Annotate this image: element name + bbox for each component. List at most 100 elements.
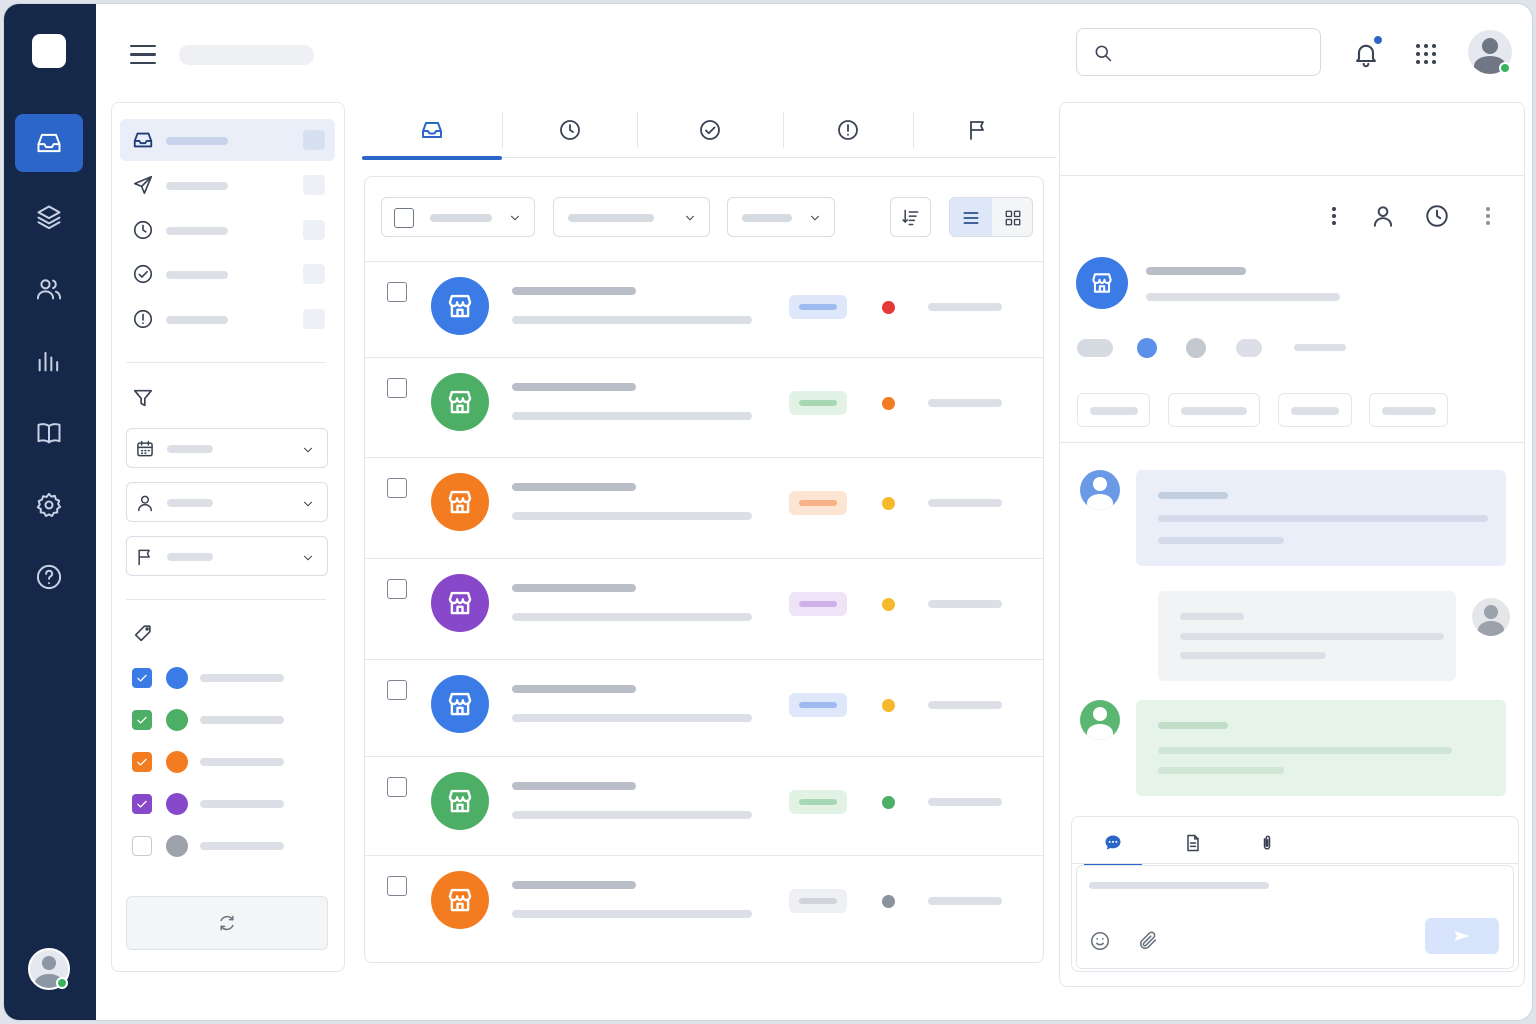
status-dropdown[interactable]: [553, 197, 710, 237]
tab-note[interactable]: [1164, 825, 1222, 861]
more-vertical-icon: [1486, 207, 1490, 225]
tab-inbox[interactable]: [362, 102, 502, 160]
store-icon: [448, 591, 472, 615]
grid-view-icon: [1005, 210, 1021, 226]
row-checkbox[interactable]: [387, 282, 407, 302]
contact-avatar: [431, 277, 489, 335]
check-icon: [137, 716, 147, 724]
label-filter-item[interactable]: [132, 792, 332, 816]
conversation-tag: [789, 889, 847, 913]
conversation-title: [512, 483, 636, 491]
sort-dropdown[interactable]: [727, 197, 835, 237]
assignee-filter-select[interactable]: [126, 482, 328, 522]
label-checkbox[interactable]: [132, 668, 152, 688]
contact-avatar: [431, 473, 489, 531]
tab-reply[interactable]: [1084, 825, 1142, 865]
label-filter-item[interactable]: [132, 834, 332, 858]
status-dot: [882, 699, 895, 712]
label-name: [200, 674, 284, 682]
conversation-row[interactable]: [365, 457, 1043, 558]
conversation-row[interactable]: [365, 756, 1043, 855]
tab-attachment[interactable]: [1238, 825, 1296, 861]
info-tab[interactable]: [1278, 393, 1352, 427]
rail-item-knowledge-base[interactable]: [15, 404, 83, 462]
label-filter-item[interactable]: [132, 666, 332, 690]
rail-item-settings[interactable]: [15, 476, 83, 534]
label-color-dot: [166, 751, 188, 773]
row-checkbox[interactable]: [387, 680, 407, 700]
sort-order-button[interactable]: [890, 197, 931, 237]
info-tab[interactable]: [1168, 393, 1260, 427]
label-filter-item[interactable]: [132, 750, 332, 774]
folder-inbox[interactable]: [120, 119, 335, 161]
more-options-button[interactable]: [1324, 203, 1344, 229]
conversation-row[interactable]: [365, 558, 1043, 659]
attach-button[interactable]: [1137, 930, 1159, 952]
meta-status-dot: [1137, 338, 1157, 358]
label-name: [200, 800, 284, 808]
filter-icon: [133, 389, 153, 407]
inbox-icon: [422, 122, 442, 138]
label-color-dot: [166, 793, 188, 815]
user-icon: [1373, 206, 1393, 227]
label-checkbox[interactable]: [132, 794, 152, 814]
date-filter-select[interactable]: [126, 428, 328, 468]
emoji-button[interactable]: [1089, 930, 1111, 952]
reply-input[interactable]: [1076, 865, 1514, 969]
contact-name: [1146, 267, 1246, 275]
send-button[interactable]: [1425, 918, 1499, 954]
label-filter-item[interactable]: [132, 708, 332, 732]
select-all-dropdown[interactable]: [381, 197, 535, 237]
tab-flagged[interactable]: [913, 102, 1043, 158]
assign-button[interactable]: [1370, 203, 1398, 231]
tab-urgent[interactable]: [783, 102, 913, 158]
tab-snoozed[interactable]: [502, 102, 637, 158]
conversation-row[interactable]: [365, 659, 1043, 756]
info-tab[interactable]: [1077, 393, 1150, 427]
label-checkbox[interactable]: [132, 836, 152, 856]
conversation-row[interactable]: [365, 855, 1043, 961]
rail-item-reports[interactable]: [15, 332, 83, 390]
select-all-checkbox[interactable]: [394, 208, 414, 228]
label-checkbox[interactable]: [132, 710, 152, 730]
rail-item-contacts[interactable]: [15, 260, 83, 318]
info-tab[interactable]: [1369, 393, 1448, 427]
search-input[interactable]: [1076, 28, 1321, 76]
conversation-row[interactable]: [365, 357, 1043, 457]
priority-filter-select[interactable]: [126, 536, 328, 576]
list-view-button[interactable]: [950, 198, 992, 236]
contact-avatar: [1076, 257, 1128, 309]
folder-urgent[interactable]: [120, 298, 335, 340]
sort-icon: [901, 209, 918, 226]
rail-item-layers[interactable]: [15, 188, 83, 246]
conversation-preview: [512, 910, 752, 918]
book-icon: [37, 423, 61, 444]
app-logo[interactable]: [32, 34, 66, 68]
grid-view-button[interactable]: [992, 198, 1032, 236]
status-dot: [882, 301, 895, 314]
row-checkbox[interactable]: [387, 876, 407, 896]
apps-button[interactable]: [1414, 42, 1438, 66]
tab-resolved[interactable]: [637, 102, 783, 158]
search-field[interactable]: [1123, 39, 1308, 65]
menu-icon[interactable]: [130, 45, 156, 65]
rail-item-help[interactable]: [15, 548, 83, 606]
row-checkbox[interactable]: [387, 777, 407, 797]
label-checkbox[interactable]: [132, 752, 152, 772]
folder-label: [166, 227, 228, 235]
chevron-down-icon: [303, 447, 313, 453]
row-checkbox[interactable]: [387, 378, 407, 398]
row-checkbox[interactable]: [387, 478, 407, 498]
overflow-menu-button[interactable]: [1478, 203, 1498, 229]
refresh-button[interactable]: [126, 896, 328, 950]
folder-sent[interactable]: [120, 164, 335, 206]
rail-item-inbox[interactable]: [15, 114, 83, 172]
label-name: [200, 842, 284, 850]
folder-resolved[interactable]: [120, 253, 335, 295]
store-icon: [448, 490, 472, 514]
row-checkbox[interactable]: [387, 579, 407, 599]
notifications-button[interactable]: [1350, 34, 1384, 70]
folder-snoozed[interactable]: [120, 209, 335, 251]
conversation-row[interactable]: [365, 261, 1043, 357]
snooze-button[interactable]: [1424, 203, 1452, 231]
